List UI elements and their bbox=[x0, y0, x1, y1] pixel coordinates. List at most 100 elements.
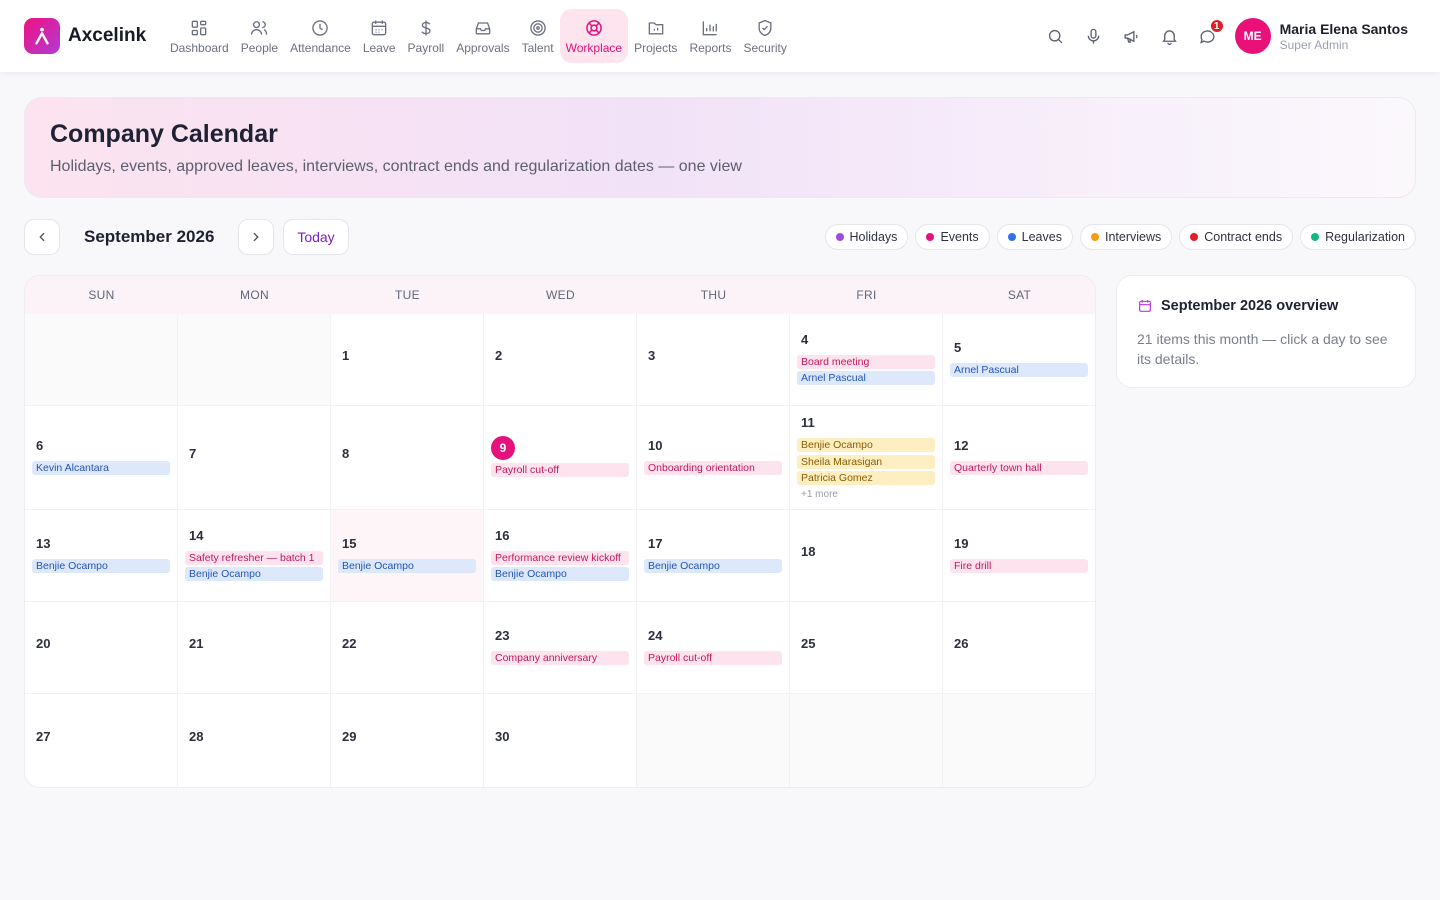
calendar-icon bbox=[371, 20, 387, 35]
nav-item-security[interactable]: Security bbox=[737, 9, 792, 63]
month-calendar: SUN MON TUE WED THU FRI SAT 1 2 3 4 Board meeting A… bbox=[24, 275, 1096, 788]
day-cell-2[interactable]: 2 bbox=[484, 314, 637, 406]
app-logo[interactable]: Axcelink bbox=[24, 18, 146, 54]
day-cell-6[interactable]: 6 Kevin Alcantara bbox=[25, 406, 178, 510]
day-number: 2 bbox=[495, 348, 503, 363]
calendar-entry-event[interactable]: Board meeting bbox=[797, 354, 935, 369]
calendar-entry-interview[interactable]: Patricia Gomez bbox=[797, 471, 935, 486]
nav-item-people[interactable]: People bbox=[235, 9, 284, 63]
calendar-entry-leave[interactable]: Benjie Ocampo bbox=[644, 558, 782, 573]
day-cell-26[interactable]: 26 bbox=[943, 602, 1095, 694]
calendar-entry-leave[interactable]: Kevin Alcantara bbox=[32, 460, 170, 475]
day-number: 11 bbox=[801, 415, 815, 431]
day-cell-14[interactable]: 14 Safety refresher — batch 1 Benjie Ocamp… bbox=[178, 510, 331, 602]
nav-item-projects[interactable]: Projects bbox=[628, 9, 683, 63]
notifications-button[interactable] bbox=[1151, 17, 1189, 55]
nav-item-attendance[interactable]: Attendance bbox=[284, 9, 357, 63]
today-button[interactable]: Today bbox=[283, 219, 349, 255]
day-cell-10[interactable]: 10 Onboarding orientation bbox=[637, 406, 790, 510]
nav-item-leave[interactable]: Leave bbox=[357, 9, 402, 63]
voice-button[interactable] bbox=[1075, 17, 1113, 55]
nav-label: People bbox=[240, 40, 279, 55]
announcements-button[interactable] bbox=[1113, 17, 1151, 55]
today-day-number: 9 bbox=[491, 435, 515, 460]
day-cell-17[interactable]: 17 Benjie Ocampo bbox=[637, 510, 790, 602]
day-cell-8[interactable]: 8 bbox=[331, 406, 484, 510]
nav-item-dashboard[interactable]: Dashboard bbox=[164, 9, 235, 63]
day-number: 16 bbox=[495, 527, 510, 543]
legend-filter-regularization[interactable]: Regularization bbox=[1300, 224, 1416, 250]
calendar-entry-event[interactable]: Quarterly town hall bbox=[950, 460, 1088, 475]
calendar-entry-leave[interactable]: Benjie Ocampo bbox=[491, 567, 629, 581]
day-number: 20 bbox=[36, 636, 51, 651]
nav-item-workplace[interactable]: Workplace bbox=[559, 9, 629, 63]
legend-filter-leaves[interactable]: Leaves bbox=[996, 224, 1073, 250]
calendar-entry-event[interactable]: Safety refresher — batch 1 bbox=[185, 550, 323, 565]
calendar-entry-interview[interactable]: Benjie Ocampo bbox=[797, 438, 935, 453]
day-cell-25[interactable]: 25 bbox=[790, 602, 943, 694]
legend-filter-events[interactable]: Events bbox=[915, 224, 990, 250]
calendar-grid: 1 2 3 4 Board meeting Arnel Pascual 5 Arnel Pas… bbox=[25, 314, 1095, 787]
day-cell-9[interactable]: 9 Payroll cut-off bbox=[484, 406, 637, 510]
nav-label: Payroll bbox=[407, 40, 445, 55]
day-number: 1 bbox=[342, 348, 350, 363]
calendar-entry-event[interactable]: Fire drill bbox=[950, 558, 1088, 573]
day-cell-20[interactable]: 20 bbox=[25, 602, 178, 694]
calendar-entry-leave[interactable]: Benjie Ocampo bbox=[338, 558, 476, 573]
day-cell-5[interactable]: 5 Arnel Pascual bbox=[943, 314, 1095, 406]
day-cell-27[interactable]: 27 bbox=[25, 694, 178, 787]
day-cell-4[interactable]: 4 Board meeting Arnel Pascual bbox=[790, 314, 943, 406]
user-menu[interactable]: Maria Elena Santos Super Admin bbox=[1280, 21, 1408, 52]
search-button[interactable] bbox=[1037, 17, 1075, 55]
day-number: 24 bbox=[648, 627, 663, 643]
day-cell-30[interactable]: 30 bbox=[484, 694, 637, 787]
day-cell-16[interactable]: 16 Performance review kickoff Benjie Ocamp… bbox=[484, 510, 637, 602]
day-number: 12 bbox=[954, 437, 969, 453]
day-number: 8 bbox=[342, 446, 350, 461]
legend-filter-interviews[interactable]: Interviews bbox=[1079, 224, 1173, 250]
day-cell-23[interactable]: 23 Company anniversary bbox=[484, 602, 637, 694]
day-cell-29[interactable]: 29 bbox=[331, 694, 484, 787]
weekday-header: SUN MON TUE WED THU FRI SAT bbox=[25, 276, 1095, 314]
calendar-entry-leave[interactable]: Benjie Ocampo bbox=[185, 567, 323, 581]
calendar-entry-event[interactable]: Onboarding orientation bbox=[644, 460, 782, 475]
more-entries-link[interactable]: +1 more bbox=[797, 489, 935, 500]
legend-label: Holidays bbox=[849, 230, 898, 244]
nav-item-approvals[interactable]: Approvals bbox=[450, 9, 515, 63]
day-cell-22[interactable]: 22 bbox=[331, 602, 484, 694]
day-cell-13[interactable]: 13 Benjie Ocampo bbox=[25, 510, 178, 602]
legend-filter-contract-ends[interactable]: Contract ends bbox=[1179, 224, 1294, 250]
day-cell-3[interactable]: 3 bbox=[637, 314, 790, 406]
nav-item-reports[interactable]: Reports bbox=[683, 9, 737, 63]
nav-item-talent[interactable]: Talent bbox=[516, 9, 560, 63]
next-month-button[interactable] bbox=[238, 219, 274, 255]
nav-label: Talent bbox=[521, 40, 554, 55]
day-cell-21[interactable]: 21 bbox=[178, 602, 331, 694]
day-number: 4 bbox=[801, 331, 809, 347]
calendar-entry-leave[interactable]: Arnel Pascual bbox=[950, 362, 1088, 377]
day-cell-11[interactable]: 11 Benjie Ocampo Sheila Marasigan Patricia … bbox=[790, 406, 943, 510]
calendar-entry-event[interactable]: Payroll cut-off bbox=[491, 462, 629, 477]
nav-item-payroll[interactable]: Payroll bbox=[402, 9, 451, 63]
day-cell-1[interactable]: 1 bbox=[331, 314, 484, 406]
day-cell-12[interactable]: 12 Quarterly town hall bbox=[943, 406, 1095, 510]
overview-title: September 2026 overview bbox=[1137, 298, 1338, 314]
messages-button[interactable]: 1 bbox=[1189, 17, 1227, 55]
previous-month-button[interactable] bbox=[24, 219, 60, 255]
day-cell-18[interactable]: 18 bbox=[790, 510, 943, 602]
weekday-label: MON bbox=[240, 288, 269, 302]
calendar-entry-event[interactable]: Company anniversary bbox=[491, 650, 629, 665]
day-cell-7[interactable]: 7 bbox=[178, 406, 331, 510]
avatar[interactable]: ME bbox=[1234, 18, 1271, 54]
legend-filter-holidays[interactable]: Holidays bbox=[824, 224, 909, 250]
day-cell-15[interactable]: 15 Benjie Ocampo bbox=[331, 510, 484, 602]
day-cell-28[interactable]: 28 bbox=[178, 694, 331, 787]
calendar-entry-leave[interactable]: Benjie Ocampo bbox=[32, 558, 170, 573]
calendar-entry-interview[interactable]: Sheila Marasigan bbox=[797, 454, 935, 469]
calendar-entry-event[interactable]: Performance review kickoff bbox=[491, 550, 629, 565]
day-cell-24[interactable]: 24 Payroll cut-off bbox=[637, 602, 790, 694]
calendar-entry-event[interactable]: Payroll cut-off bbox=[644, 650, 782, 665]
calendar-entry-leave[interactable]: Arnel Pascual bbox=[797, 371, 935, 385]
folder-icon bbox=[648, 21, 664, 34]
day-cell-19[interactable]: 19 Fire drill bbox=[943, 510, 1095, 602]
